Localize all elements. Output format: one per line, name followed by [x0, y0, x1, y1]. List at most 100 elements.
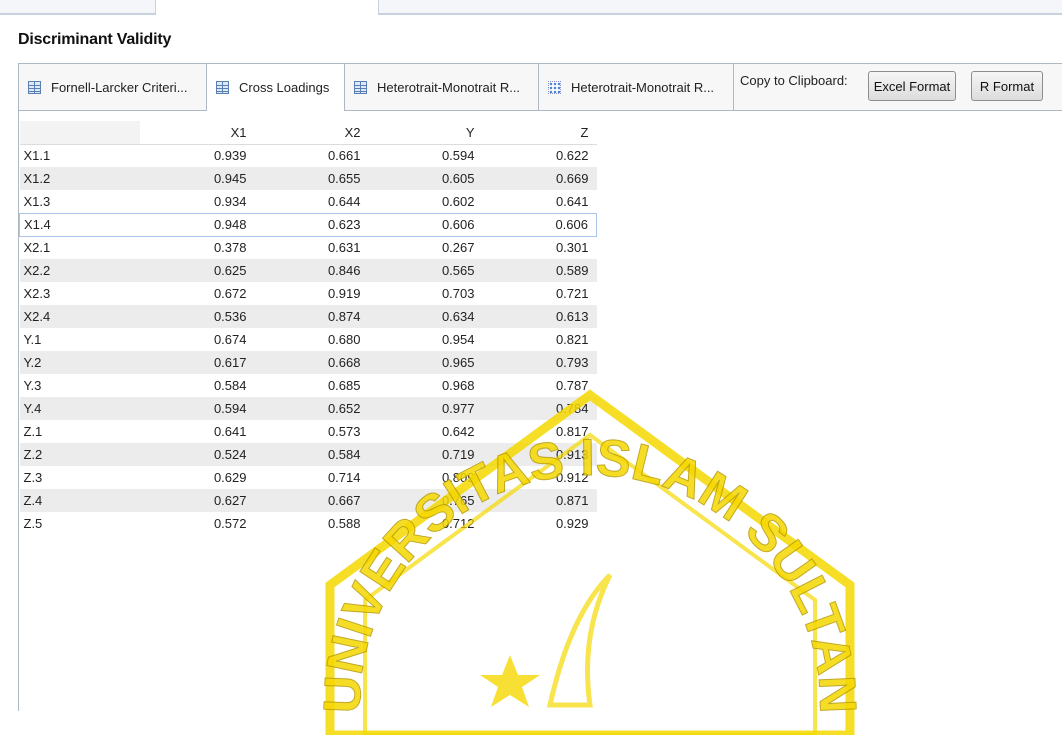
table-cell[interactable]: 0.524: [139, 443, 255, 466]
table-cell[interactable]: 0.584: [254, 443, 369, 466]
table-cell[interactable]: 0.954: [368, 328, 483, 351]
table-cell[interactable]: 0.652: [254, 397, 369, 420]
table-cell[interactable]: 0.809: [368, 466, 483, 489]
table-row[interactable]: X2.2 0.625 0.846 0.565 0.589: [19, 259, 597, 282]
table-cell[interactable]: 0.913: [482, 443, 597, 466]
table-cell[interactable]: 0.594: [139, 397, 255, 420]
table-cell[interactable]: 0.573: [254, 420, 369, 443]
table-cell[interactable]: 0.594: [368, 144, 483, 167]
tab-fornell-larcker[interactable]: Fornell-Larcker Criteri...: [19, 64, 207, 110]
table-cell[interactable]: 0.929: [482, 512, 597, 535]
table-cell[interactable]: 0.634: [368, 305, 483, 328]
table-cell[interactable]: 0.617: [139, 351, 255, 374]
table-cell[interactable]: 0.644: [254, 190, 369, 213]
table-cell[interactable]: 0.667: [254, 489, 369, 512]
table-cell[interactable]: 0.703: [368, 282, 483, 305]
table-cell[interactable]: 0.685: [254, 374, 369, 397]
table-cell[interactable]: 0.784: [482, 397, 597, 420]
table-row[interactable]: Z.3 0.629 0.714 0.809 0.912: [19, 466, 597, 489]
table-cell[interactable]: 0.817: [482, 420, 597, 443]
table-row[interactable]: X2.4 0.536 0.874 0.634 0.613: [19, 305, 597, 328]
table-cell[interactable]: 0.787: [482, 374, 597, 397]
table-cell[interactable]: 0.821: [482, 328, 597, 351]
table-row[interactable]: X1.2 0.945 0.655 0.605 0.669: [19, 167, 597, 190]
tab-label: Cross Loadings: [239, 80, 330, 95]
table-cell[interactable]: 0.301: [482, 236, 597, 259]
table-row[interactable]: Z.2 0.524 0.584 0.719 0.913: [19, 443, 597, 466]
table-cell[interactable]: 0.846: [254, 259, 369, 282]
table-cell[interactable]: 0.589: [482, 259, 597, 282]
table-cell[interactable]: 0.642: [368, 420, 483, 443]
column-header-x1[interactable]: X1: [139, 121, 255, 145]
table-cell[interactable]: 0.912: [482, 466, 597, 489]
table-cell[interactable]: 0.625: [139, 259, 255, 282]
excel-format-button[interactable]: Excel Format: [868, 71, 956, 101]
table-cell[interactable]: 0.584: [139, 374, 255, 397]
table-cell[interactable]: 0.672: [139, 282, 255, 305]
table-cell[interactable]: 0.674: [139, 328, 255, 351]
tab-htmt-table[interactable]: Heterotrait-Monotrait R...: [345, 64, 539, 110]
column-header-z[interactable]: Z: [482, 121, 597, 145]
table-cell[interactable]: 0.605: [368, 167, 483, 190]
row-label: X1.2: [19, 167, 140, 190]
table-cell[interactable]: 0.765: [368, 489, 483, 512]
row-label: X2.1: [19, 236, 140, 259]
table-row[interactable]: X1.4 0.948 0.623 0.606 0.606: [19, 212, 597, 237]
table-cell[interactable]: 0.623: [254, 212, 369, 237]
table-cell[interactable]: 0.714: [254, 466, 369, 489]
table-cell[interactable]: 0.572: [139, 512, 255, 535]
table-cell[interactable]: 0.631: [254, 236, 369, 259]
table-cell[interactable]: 0.668: [254, 351, 369, 374]
table-cell[interactable]: 0.622: [482, 144, 597, 167]
table-cell[interactable]: 0.565: [368, 259, 483, 282]
table-cell[interactable]: 0.661: [254, 144, 369, 167]
table-cell[interactable]: 0.669: [482, 167, 597, 190]
table-cell[interactable]: 0.721: [482, 282, 597, 305]
tab-htmt-chart[interactable]: Heterotrait-Monotrait R...: [539, 64, 734, 110]
r-format-button[interactable]: R Format: [971, 71, 1043, 101]
table-cell[interactable]: 0.606: [368, 212, 483, 237]
table-row[interactable]: X2.3 0.672 0.919 0.703 0.721: [19, 282, 597, 305]
table-cell[interactable]: 0.874: [254, 305, 369, 328]
table-cell[interactable]: 0.641: [139, 420, 255, 443]
table-cell[interactable]: 0.641: [482, 190, 597, 213]
table-cell[interactable]: 0.965: [368, 351, 483, 374]
table-cell[interactable]: 0.968: [368, 374, 483, 397]
table-cell[interactable]: 0.793: [482, 351, 597, 374]
table-cell[interactable]: 0.934: [139, 190, 255, 213]
table-cell[interactable]: 0.871: [482, 489, 597, 512]
table-cell[interactable]: 0.680: [254, 328, 369, 351]
tab-bar: Fornell-Larcker Criteri... Cross Loading…: [19, 64, 1062, 111]
table-cell[interactable]: 0.588: [254, 512, 369, 535]
table-row[interactable]: Z.4 0.627 0.667 0.765 0.871: [19, 489, 597, 512]
table-row[interactable]: Z.5 0.572 0.588 0.712 0.929: [19, 512, 597, 535]
table-cell[interactable]: 0.267: [368, 236, 483, 259]
table-cell[interactable]: 0.602: [368, 190, 483, 213]
table-row[interactable]: Z.1 0.641 0.573 0.642 0.817: [19, 420, 597, 443]
table-cell[interactable]: 0.948: [139, 212, 255, 237]
table-row[interactable]: X1.1 0.939 0.661 0.594 0.622: [19, 144, 597, 167]
table-cell[interactable]: 0.629: [139, 466, 255, 489]
table-cell[interactable]: 0.939: [139, 144, 255, 167]
table-row[interactable]: X1.3 0.934 0.644 0.602 0.641: [19, 190, 597, 213]
table-row[interactable]: Y.2 0.617 0.668 0.965 0.793: [19, 351, 597, 374]
row-label: X1.3: [19, 190, 140, 213]
table-cell[interactable]: 0.627: [139, 489, 255, 512]
table-cell[interactable]: 0.719: [368, 443, 483, 466]
tab-cross-loadings[interactable]: Cross Loadings: [207, 64, 345, 111]
table-row[interactable]: Y.1 0.674 0.680 0.954 0.821: [19, 328, 597, 351]
table-cell[interactable]: 0.536: [139, 305, 255, 328]
table-row[interactable]: Y.4 0.594 0.652 0.977 0.784: [19, 397, 597, 420]
table-cell[interactable]: 0.655: [254, 167, 369, 190]
table-row[interactable]: Y.3 0.584 0.685 0.968 0.787: [19, 374, 597, 397]
table-cell[interactable]: 0.919: [254, 282, 369, 305]
table-row[interactable]: X2.1 0.378 0.631 0.267 0.301: [19, 236, 597, 259]
table-cell[interactable]: 0.378: [139, 236, 255, 259]
table-cell[interactable]: 0.606: [482, 212, 597, 237]
table-cell[interactable]: 0.613: [482, 305, 597, 328]
column-header-x2[interactable]: X2: [254, 121, 369, 145]
table-cell[interactable]: 0.977: [368, 397, 483, 420]
column-header-y[interactable]: Y: [368, 121, 483, 145]
table-cell[interactable]: 0.712: [368, 512, 483, 535]
table-cell[interactable]: 0.945: [139, 167, 255, 190]
